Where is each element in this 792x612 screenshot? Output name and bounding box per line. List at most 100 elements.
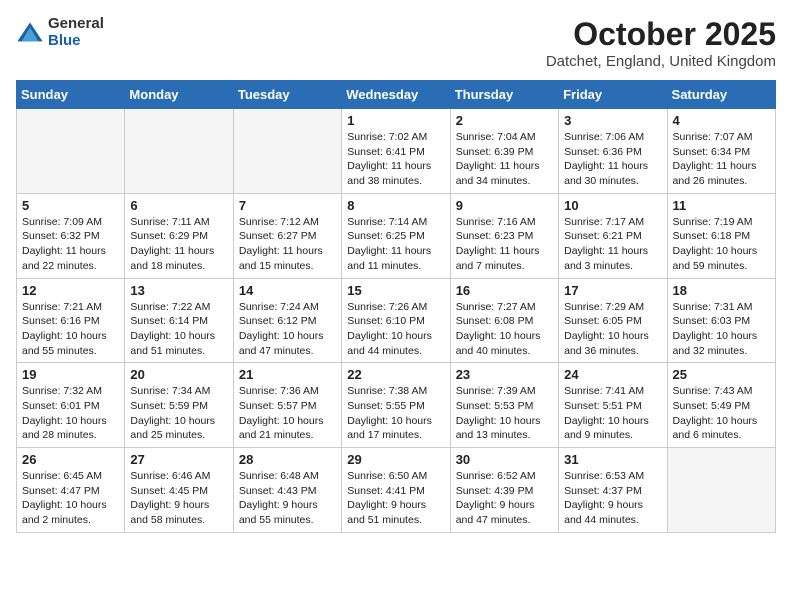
calendar-empty-cell — [233, 109, 341, 194]
day-number: 17 — [564, 283, 661, 298]
sunset-label: Sunset: 6:41 PM — [347, 146, 425, 158]
calendar-day-cell: 5Sunrise: 7:09 AMSunset: 6:32 PMDaylight… — [17, 193, 125, 278]
sunset-label: Sunset: 6:34 PM — [673, 146, 751, 158]
daylight-label: Daylight: 9 hours and 58 minutes. — [130, 499, 209, 526]
day-number: 22 — [347, 367, 444, 382]
day-info: Sunrise: 7:26 AMSunset: 6:10 PMDaylight:… — [347, 300, 444, 359]
calendar-day-cell: 3Sunrise: 7:06 AMSunset: 6:36 PMDaylight… — [559, 109, 667, 194]
day-info: Sunrise: 7:16 AMSunset: 6:23 PMDaylight:… — [456, 215, 553, 274]
day-number: 30 — [456, 452, 553, 467]
day-number: 18 — [673, 283, 770, 298]
daylight-label: Daylight: 10 hours and 9 minutes. — [564, 415, 649, 442]
day-number: 28 — [239, 452, 336, 467]
day-number: 25 — [673, 367, 770, 382]
daylight-label: Daylight: 11 hours and 11 minutes. — [347, 245, 431, 272]
sunrise-label: Sunrise: 7:38 AM — [347, 385, 427, 397]
day-info: Sunrise: 7:27 AMSunset: 6:08 PMDaylight:… — [456, 300, 553, 359]
calendar-day-cell: 11Sunrise: 7:19 AMSunset: 6:18 PMDayligh… — [667, 193, 775, 278]
sunset-label: Sunset: 6:01 PM — [22, 400, 100, 412]
day-number: 6 — [130, 198, 227, 213]
calendar-day-cell: 8 Sunrise: 7:14 AM Sunset: 6:25 PM Daylight… — [342, 193, 450, 278]
day-number: 11 — [673, 198, 770, 213]
calendar-day-cell: 16Sunrise: 7:27 AMSunset: 6:08 PMDayligh… — [450, 278, 558, 363]
day-info: Sunrise: 6:45 AMSunset: 4:47 PMDaylight:… — [22, 469, 119, 528]
sunset-label: Sunset: 6:29 PM — [130, 230, 208, 242]
sunrise-label: Sunrise: 6:52 AM — [456, 470, 536, 482]
sunset-label: Sunset: 5:49 PM — [673, 400, 751, 412]
calendar-empty-cell — [125, 109, 233, 194]
logo-blue-text: Blue — [48, 33, 104, 50]
sunset-label: Sunset: 5:53 PM — [456, 400, 534, 412]
calendar-day-cell: 24Sunrise: 7:41 AMSunset: 5:51 PMDayligh… — [559, 363, 667, 448]
calendar-day-cell: 22Sunrise: 7:38 AMSunset: 5:55 PMDayligh… — [342, 363, 450, 448]
day-number: 4 — [673, 113, 770, 128]
daylight-label: Daylight: 11 hours and 38 minutes. — [347, 160, 431, 187]
sunrise-label: Sunrise: 7:06 AM — [564, 131, 644, 143]
calendar-day-cell: 15 Sunrise: 7:26 AMSunset: 6:10 PMDayligh… — [342, 278, 450, 363]
day-number: 14 — [239, 283, 336, 298]
day-number: 29 — [347, 452, 444, 467]
sunset-label: Sunset: 6:05 PM — [564, 315, 642, 327]
sunset-label: Sunset: 4:37 PM — [564, 485, 642, 497]
calendar-week-row: 12 Sunrise: 7:21 AMSunset: 6:16 PMDayligh… — [17, 278, 776, 363]
sunset-label: Sunset: 6:25 PM — [347, 230, 425, 242]
weekday-header-saturday: Saturday — [667, 81, 775, 109]
sunrise-label: Sunrise: 7:31 AM — [673, 301, 753, 313]
calendar-day-cell: 21Sunrise: 7:36 AMSunset: 5:57 PMDayligh… — [233, 363, 341, 448]
sunrise-label: Sunrise: 7:14 AM — [347, 216, 427, 228]
calendar-day-cell: 10Sunrise: 7:17 AMSunset: 6:21 PMDayligh… — [559, 193, 667, 278]
day-number: 12 — [22, 283, 119, 298]
day-number: 10 — [564, 198, 661, 213]
calendar-empty-cell — [17, 109, 125, 194]
day-info: Sunrise: 7:41 AMSunset: 5:51 PMDaylight:… — [564, 384, 661, 443]
calendar-day-cell: 27Sunrise: 6:46 AMSunset: 4:45 PMDayligh… — [125, 448, 233, 533]
calendar-day-cell: 4Sunrise: 7:07 AMSunset: 6:34 PMDaylight… — [667, 109, 775, 194]
daylight-label: Daylight: 10 hours and 47 minutes. — [239, 330, 324, 357]
sunset-label: Sunset: 6:14 PM — [130, 315, 208, 327]
sunrise-label: Sunrise: 7:16 AM — [456, 216, 536, 228]
sunrise-label: Sunrise: 7:39 AM — [456, 385, 536, 397]
calendar-empty-cell — [667, 448, 775, 533]
day-info: Sunrise: 7:09 AMSunset: 6:32 PMDaylight:… — [22, 215, 119, 274]
weekday-header-row: SundayMondayTuesdayWednesdayThursdayFrid… — [17, 81, 776, 109]
sunset-label: Sunset: 6:08 PM — [456, 315, 534, 327]
calendar-day-cell: 14Sunrise: 7:24 AMSunset: 6:12 PMDayligh… — [233, 278, 341, 363]
calendar-day-cell: 13Sunrise: 7:22 AMSunset: 6:14 PMDayligh… — [125, 278, 233, 363]
sunrise-label: Sunrise: 7:36 AM — [239, 385, 319, 397]
sunrise-label: Sunrise: 7:27 AM — [456, 301, 536, 313]
daylight-label: Daylight: 11 hours and 15 minutes. — [239, 245, 323, 272]
day-number: 3 — [564, 113, 661, 128]
calendar-week-row: 5Sunrise: 7:09 AMSunset: 6:32 PMDaylight… — [17, 193, 776, 278]
sunrise-label: Sunrise: 6:46 AM — [130, 470, 210, 482]
day-info: Sunrise: 7:21 AMSunset: 6:16 PMDaylight:… — [22, 300, 119, 359]
day-number: 7 — [239, 198, 336, 213]
day-number: 15 — [347, 283, 444, 298]
sunset-label: Sunset: 6:03 PM — [673, 315, 751, 327]
logo-general-text: General — [48, 16, 104, 33]
day-number: 9 — [456, 198, 553, 213]
day-info: Sunrise: 7:43 AMSunset: 5:49 PMDaylight:… — [673, 384, 770, 443]
day-info: Sunrise: 7:14 AM Sunset: 6:25 PM Daylight:… — [347, 215, 444, 274]
sunset-label: Sunset: 6:27 PM — [239, 230, 317, 242]
sunset-label: Sunset: 6:18 PM — [673, 230, 751, 242]
sunset-label: Sunset: 6:39 PM — [456, 146, 534, 158]
calendar-day-cell: 6Sunrise: 7:11 AMSunset: 6:29 PMDaylight… — [125, 193, 233, 278]
sunrise-label: Sunrise: 7:19 AM — [673, 216, 753, 228]
title-area: October 2025 Datchet, England, United Ki… — [546, 16, 776, 70]
weekday-header-tuesday: Tuesday — [233, 81, 341, 109]
calendar-day-cell: 28Sunrise: 6:48 AMSunset: 4:43 PMDayligh… — [233, 448, 341, 533]
day-number: 16 — [456, 283, 553, 298]
sunrise-label: Sunrise: 7:09 AM — [22, 216, 102, 228]
weekday-header-friday: Friday — [559, 81, 667, 109]
daylight-label: Daylight: 11 hours and 26 minutes. — [673, 160, 757, 187]
daylight-label: Daylight: 10 hours and 44 minutes. — [347, 330, 432, 357]
sunset-label: Sunset: 5:55 PM — [347, 400, 425, 412]
sunrise-label: Sunrise: 7:26 AM — [347, 301, 427, 313]
daylight-label: Daylight: 10 hours and 21 minutes. — [239, 415, 324, 442]
day-info: Sunrise: 7:19 AMSunset: 6:18 PMDaylight:… — [673, 215, 770, 274]
calendar-day-cell: 2Sunrise: 7:04 AMSunset: 6:39 PMDaylight… — [450, 109, 558, 194]
sunset-label: Sunset: 4:47 PM — [22, 485, 100, 497]
calendar-day-cell: 26Sunrise: 6:45 AMSunset: 4:47 PMDayligh… — [17, 448, 125, 533]
sunrise-label: Sunrise: 7:22 AM — [130, 301, 210, 313]
day-number: 8 — [347, 198, 444, 213]
